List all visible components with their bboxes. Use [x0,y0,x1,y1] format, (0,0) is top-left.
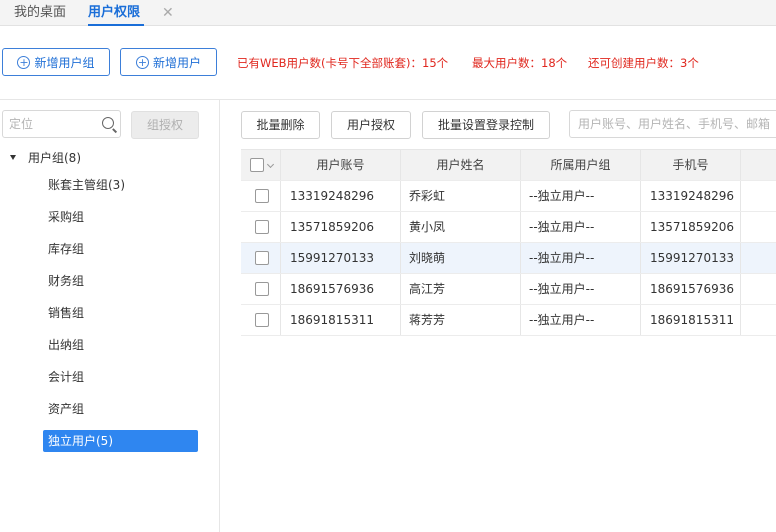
tree-item-inventory-group[interactable]: 库存组 [43,238,89,260]
tab-my-desktop[interactable]: 我的桌面 [14,0,66,26]
cell-group: --独立用户-- [521,274,641,304]
plus-circle-icon: + [135,55,149,69]
select-all-checkbox[interactable] [250,158,264,172]
tree-item-finance-group[interactable]: 财务组 [43,270,89,292]
tree-item-cashier-group[interactable]: 出纳组 [43,334,89,356]
row-select-cell [241,274,281,304]
cell-group: --独立用户-- [521,181,641,211]
column-header-account[interactable]: 用户账号 [281,150,401,180]
tree-item-independent-users[interactable]: 独立用户(5) [43,430,198,452]
cell-account: 18691815311 [281,305,401,335]
locate-search-box [2,110,121,138]
cell-group: --独立用户-- [521,305,641,335]
cell-group: --独立用户-- [521,243,641,273]
column-header-phone[interactable]: 手机号 [641,150,741,180]
cell-phone: 18691576936 [641,274,741,304]
user-table: 用户账号 用户姓名 所属用户组 手机号 13319248296 乔彩虹 --独立… [241,149,776,336]
table-row[interactable]: 13319248296 乔彩虹 --独立用户-- 13319248296 [241,181,776,212]
cell-name: 蒋芳芳 [401,305,521,335]
cell-account: 13571859206 [281,212,401,242]
cell-name: 乔彩虹 [401,181,521,211]
row-select-cell [241,243,281,273]
cell-account: 13319248296 [281,181,401,211]
add-user-group-button[interactable]: + 新增用户组 [2,48,110,76]
add-user-button[interactable]: + 新增用户 [120,48,217,76]
tree-item-sales-group[interactable]: 销售组 [43,302,89,324]
column-header-name[interactable]: 用户姓名 [401,150,521,180]
top-toolbar: + 新增用户组 + 新增用户 已有WEB用户数(卡号下全部账套)：15个 最大用… [0,26,776,100]
cell-name: 刘晓萌 [401,243,521,273]
locate-input[interactable] [3,111,93,137]
tree-item-accounting-group[interactable]: 会计组 [43,366,89,388]
cell-account: 18691576936 [281,274,401,304]
max-user-count: 最大用户数：18个 [472,56,568,70]
row-checkbox[interactable] [255,313,269,327]
table-row[interactable]: 15991270133 刘晓萌 --独立用户-- 15991270133 [241,243,776,274]
cell-phone: 18691815311 [641,305,741,335]
search-icon[interactable] [102,117,114,129]
user-authorize-button[interactable]: 用户授权 [331,111,411,139]
cell-phone: 13571859206 [641,212,741,242]
row-checkbox[interactable] [255,220,269,234]
column-header-group[interactable]: 所属用户组 [521,150,641,180]
row-select-cell [241,181,281,211]
table-header: 用户账号 用户姓名 所属用户组 手机号 [241,150,776,181]
row-checkbox[interactable] [255,282,269,296]
row-select-cell [241,212,281,242]
web-user-count: 已有WEB用户数(卡号下全部账套)：15个 [237,56,449,70]
user-group-panel: 组授权 用户组(8) 账套主管组(3) 采购组 库存组 财务组 销售组 出纳组 … [0,100,220,532]
row-checkbox[interactable] [255,251,269,265]
remaining-user-count: 还可创建用户数：3个 [588,56,699,70]
user-list-panel: 批量删除 用户授权 批量设置登录控制 用户账号 用户姓名 所属用户组 手机号 1… [221,100,776,532]
tab-user-permissions[interactable]: 用户权限 [88,0,145,26]
table-row[interactable]: 18691576936 高江芳 --独立用户-- 18691576936 [241,274,776,305]
cell-phone: 15991270133 [641,243,741,273]
tree-root-label: 用户组(8) [28,151,81,165]
cell-name: 黄小凤 [401,212,521,242]
batch-delete-button[interactable]: 批量删除 [241,111,320,139]
close-tab-icon[interactable]: ✕ [162,0,174,26]
tab-bar: 我的桌面 用户权限 ✕ [0,0,776,26]
table-row[interactable]: 18691815311 蒋芳芳 --独立用户-- 18691815311 [241,305,776,336]
tree-item-account-manager-group[interactable]: 账套主管组(3) [43,174,130,196]
add-user-label: 新增用户 [152,55,201,70]
user-search-input[interactable] [570,111,776,137]
plus-circle-icon: + [17,55,31,69]
row-checkbox[interactable] [255,189,269,203]
add-user-group-label: 新增用户组 [34,55,95,70]
cell-group: --独立用户-- [521,212,641,242]
tree-item-purchasing-group[interactable]: 采购组 [43,206,89,228]
tree-root-user-group[interactable]: 用户组(8) [10,150,81,166]
row-select-cell [241,305,281,335]
user-search-box [569,110,776,138]
tree-item-assets-group[interactable]: 资产组 [43,398,89,420]
chevron-down-icon[interactable] [266,160,275,169]
cell-account: 15991270133 [281,243,401,273]
table-row[interactable]: 13571859206 黄小凤 --独立用户-- 13571859206 [241,212,776,243]
header-select-cell [241,150,281,180]
caret-down-icon[interactable] [10,155,16,160]
group-grant-button[interactable]: 组授权 [131,111,199,139]
batch-login-control-button[interactable]: 批量设置登录控制 [422,111,550,139]
cell-phone: 13319248296 [641,181,741,211]
cell-name: 高江芳 [401,274,521,304]
